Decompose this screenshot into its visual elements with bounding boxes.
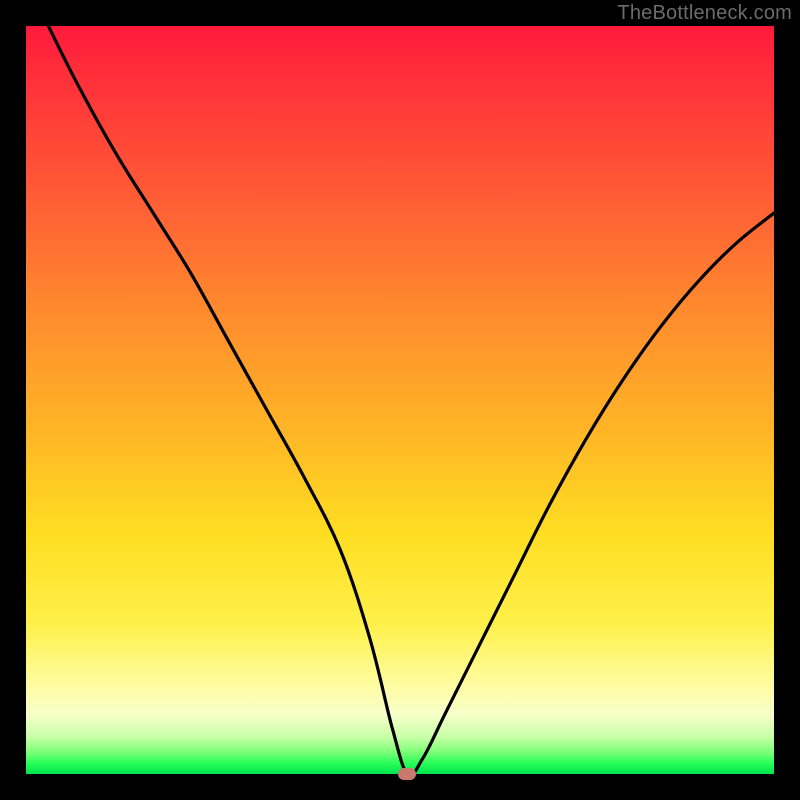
chart-frame: TheBottleneck.com — [0, 0, 800, 800]
bottleneck-curve — [48, 26, 774, 776]
plot-area — [26, 26, 774, 774]
watermark-text: TheBottleneck.com — [617, 2, 792, 25]
optimum-marker — [398, 768, 416, 780]
curve-svg — [26, 26, 774, 774]
